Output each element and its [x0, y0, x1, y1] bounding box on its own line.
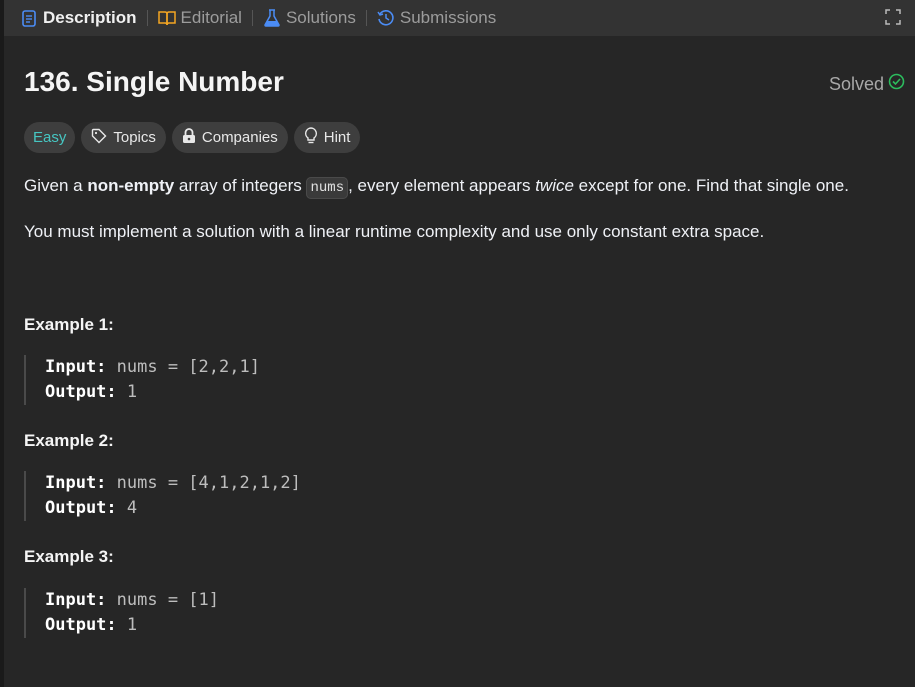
input-label: Input: [45, 357, 107, 377]
solved-status: Solved [829, 73, 905, 95]
tag-row: Easy Topics Companies Hint [24, 122, 361, 153]
lightbulb-icon [304, 127, 318, 148]
check-circle-icon [888, 73, 905, 95]
example-output-line: Output: 1 [45, 380, 260, 405]
example-input-line: Input: nums = [2,2,1] [45, 355, 260, 380]
solved-label: Solved [828, 73, 884, 94]
tab-solutions[interactable]: Solutions [263, 0, 356, 36]
output-value: 1 [116, 382, 138, 402]
companies-label: Companies [201, 129, 278, 146]
tab-divider [146, 10, 148, 26]
example-output-line: Output: 4 [45, 496, 301, 521]
topics-button[interactable]: Topics [81, 122, 166, 153]
inline-code: nums [306, 177, 349, 199]
input-label: Input: [45, 473, 107, 493]
desc-text: array of integers [174, 176, 307, 195]
desc-text: Given a [24, 176, 88, 195]
example-input-line: Input: nums = [4,1,2,1,2] [45, 471, 301, 496]
example-title: Example 2: [24, 431, 114, 450]
hint-label: Hint [323, 129, 351, 146]
tab-label: Solutions [285, 8, 356, 27]
output-label: Output: [45, 615, 117, 635]
output-label: Output: [45, 498, 117, 518]
companies-button[interactable]: Companies [171, 122, 288, 153]
description-icon [20, 9, 38, 27]
fullscreen-icon[interactable] [885, 9, 901, 25]
tab-divider [251, 10, 253, 26]
input-label: Input: [45, 590, 107, 610]
hint-button[interactable]: Hint [293, 122, 361, 153]
problem-panel: Description Editorial Solutions Submissi… [4, 0, 915, 687]
example-input-line: Input: nums = [1] [45, 588, 219, 613]
tag-icon [91, 128, 107, 148]
difficulty-badge: Easy [24, 122, 76, 153]
tab-editorial[interactable]: Editorial [157, 0, 242, 36]
description-paragraph-1: Given a non-empty array of integers nums… [24, 176, 849, 199]
tab-description[interactable]: Description [20, 0, 137, 36]
problem-title[interactable]: 136. Single Number [24, 66, 284, 98]
desc-text: except for one. Find that single one. [573, 176, 849, 195]
output-value: 1 [116, 615, 138, 635]
tab-label: Submissions [399, 8, 497, 27]
desc-bold: non-empty [87, 176, 175, 195]
tab-bar: Description Editorial Solutions Submissi… [4, 0, 915, 36]
book-icon [157, 9, 176, 27]
example-title: Example 1: [24, 315, 114, 334]
desc-italic: twice [535, 176, 574, 195]
example-output-line: Output: 1 [45, 613, 219, 638]
example-block: Input: nums = [2,2,1] Output: 1 [24, 355, 260, 405]
output-value: 4 [116, 498, 138, 518]
input-value: nums = [2,2,1] [106, 357, 260, 377]
lock-icon [182, 127, 196, 148]
flask-icon [263, 9, 281, 27]
tab-divider [365, 10, 367, 26]
topics-label: Topics [113, 129, 156, 146]
output-label: Output: [45, 382, 117, 402]
example-block: Input: nums = [4,1,2,1,2] Output: 4 [24, 471, 301, 521]
tab-label: Editorial [180, 8, 242, 27]
input-value: nums = [4,1,2,1,2] [106, 473, 301, 493]
description-paragraph-2: You must implement a solution with a lin… [24, 222, 765, 241]
tab-submissions[interactable]: Submissions [377, 0, 496, 36]
example-block: Input: nums = [1] Output: 1 [24, 588, 219, 638]
history-icon [377, 9, 395, 27]
input-value: nums = [1] [106, 590, 220, 610]
desc-text: , every element appears [348, 176, 536, 195]
example-title: Example 3: [24, 547, 114, 566]
tab-label: Description [43, 8, 137, 27]
